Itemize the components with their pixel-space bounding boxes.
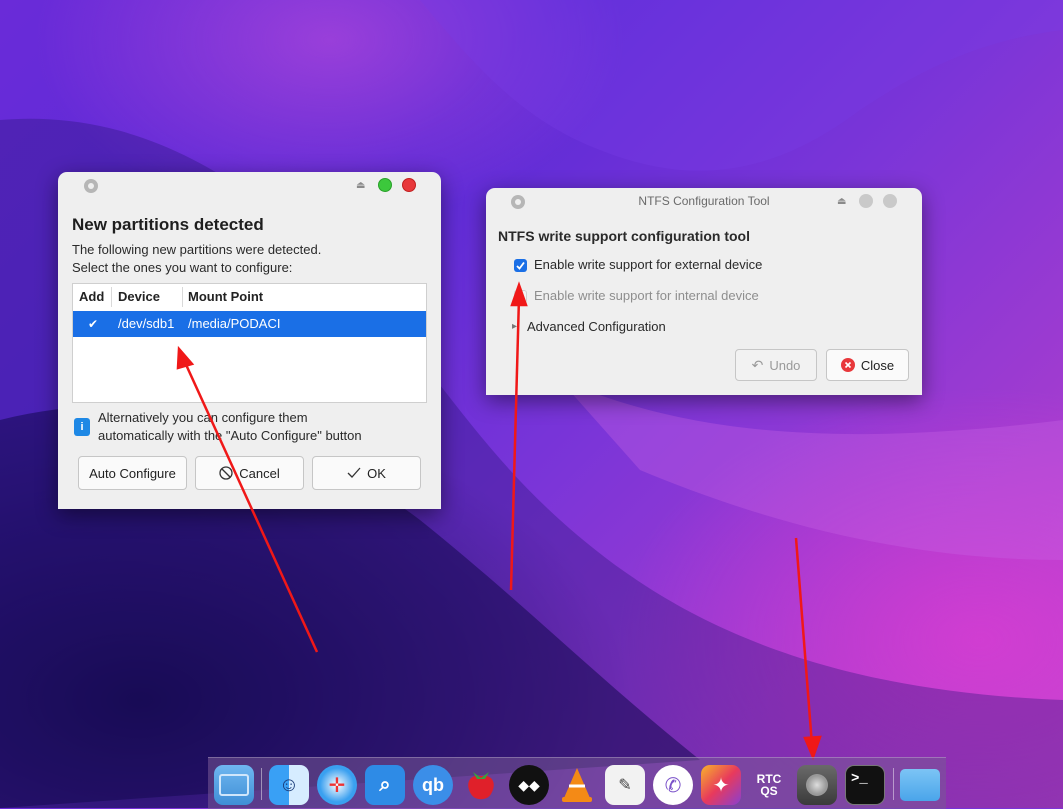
row-device: /dev/sdb1	[118, 316, 175, 331]
annotation-arrow-head	[803, 735, 822, 761]
row-mount-point: /media/PODACI	[188, 316, 281, 331]
dialog-description-line1: The following new partitions were detect…	[72, 242, 322, 257]
search-icon[interactable]: ⌕	[365, 765, 405, 805]
partitions-dialog: ⏏ New partitions detected The following …	[58, 172, 441, 509]
viber-icon[interactable]: ✆	[653, 765, 693, 805]
table-row[interactable]: ✔ /dev/sdb1 /media/PODACI	[73, 311, 426, 337]
checkmark-icon	[347, 467, 361, 478]
external-device-label[interactable]: Enable write support for external device	[534, 256, 762, 274]
external-device-checkbox[interactable]	[514, 259, 527, 272]
close-icon	[840, 358, 855, 372]
cancel-label: Cancel	[239, 465, 280, 481]
annotation-arrow	[794, 537, 814, 746]
title-bar[interactable]: ⏏	[58, 172, 441, 200]
auto-configure-label: Auto Configure	[89, 465, 176, 481]
info-text-line2: automatically with the "Auto Configure" …	[98, 428, 362, 443]
strawberry-icon[interactable]	[461, 765, 501, 805]
title-bar[interactable]: NTFS Configuration Tool ⏏	[486, 188, 922, 216]
text-editor-icon[interactable]: ✎	[605, 765, 645, 805]
advanced-configuration-expander[interactable]: Advanced Configuration	[527, 318, 666, 336]
disk-utility-icon[interactable]	[797, 765, 837, 805]
column-header-mount-point[interactable]: Mount Point	[188, 284, 263, 310]
column-header-add[interactable]: Add	[79, 284, 104, 310]
undo-label: Undo	[769, 357, 801, 373]
undo-icon: ↶	[751, 356, 764, 373]
qbittorrent-icon[interactable]: qb	[413, 765, 453, 805]
expand-arrow-icon[interactable]: ▸	[512, 318, 517, 336]
cancel-icon	[219, 466, 233, 480]
minimize-icon[interactable]: ⏏	[837, 196, 846, 207]
info-icon: i	[74, 418, 90, 436]
vlc-icon[interactable]	[557, 765, 597, 805]
dialog-heading: NTFS write support configuration tool	[498, 228, 750, 244]
terminal-icon[interactable]: >_	[845, 765, 885, 805]
column-divider	[182, 287, 183, 307]
close-label: Close	[860, 357, 895, 373]
minimize-icon[interactable]: ⏏	[356, 180, 365, 191]
partitions-table[interactable]: Add Device Mount Point ✔ /dev/sdb1 /medi…	[72, 283, 427, 403]
cancel-button[interactable]: Cancel	[195, 456, 304, 490]
auto-configure-button[interactable]: Auto Configure	[78, 456, 187, 490]
close-button[interactable]	[883, 194, 897, 208]
undo-button[interactable]: ↶ Undo	[735, 349, 817, 381]
close-button[interactable]	[402, 178, 416, 192]
dock-separator	[893, 768, 894, 800]
close-dialog-button[interactable]: Close	[826, 349, 909, 381]
dialog-heading: New partitions detected	[72, 215, 264, 234]
maximize-button[interactable]	[378, 178, 392, 192]
info-text-line1: Alternatively you can configure them	[98, 410, 308, 425]
checkmark-icon	[516, 261, 525, 270]
safari-icon[interactable]: ✛	[317, 765, 357, 805]
column-header-device[interactable]: Device	[118, 284, 160, 310]
internal-device-label[interactable]: Enable write support for internal device	[534, 287, 759, 305]
dock-separator	[261, 768, 262, 800]
tidal-icon[interactable]: ◆◆	[509, 765, 549, 805]
window-title: NTFS Configuration Tool	[638, 194, 770, 208]
gear-icon[interactable]	[84, 179, 98, 193]
dialog-description-line2: Select the ones you want to configure:	[72, 260, 293, 275]
ok-label: OK	[367, 465, 386, 481]
dock: ☺ ✛ ⌕ qb ◆◆ ✎ ✆ ✦ RTC QS >_	[208, 757, 946, 809]
rtcqs-icon[interactable]: RTC QS	[749, 765, 789, 805]
app-launcher-icon[interactable]: ✦	[701, 765, 741, 805]
maximize-button[interactable]	[859, 194, 873, 208]
row-checkbox[interactable]: ✔	[88, 311, 98, 337]
folder-icon[interactable]	[900, 769, 940, 801]
column-divider	[111, 287, 112, 307]
ok-button[interactable]: OK	[312, 456, 421, 490]
ntfs-config-dialog: NTFS Configuration Tool ⏏ NTFS write sup…	[486, 188, 922, 395]
internal-device-checkbox[interactable]	[514, 290, 527, 303]
finder-icon[interactable]: ☺	[269, 765, 309, 805]
files-icon[interactable]	[214, 765, 254, 805]
